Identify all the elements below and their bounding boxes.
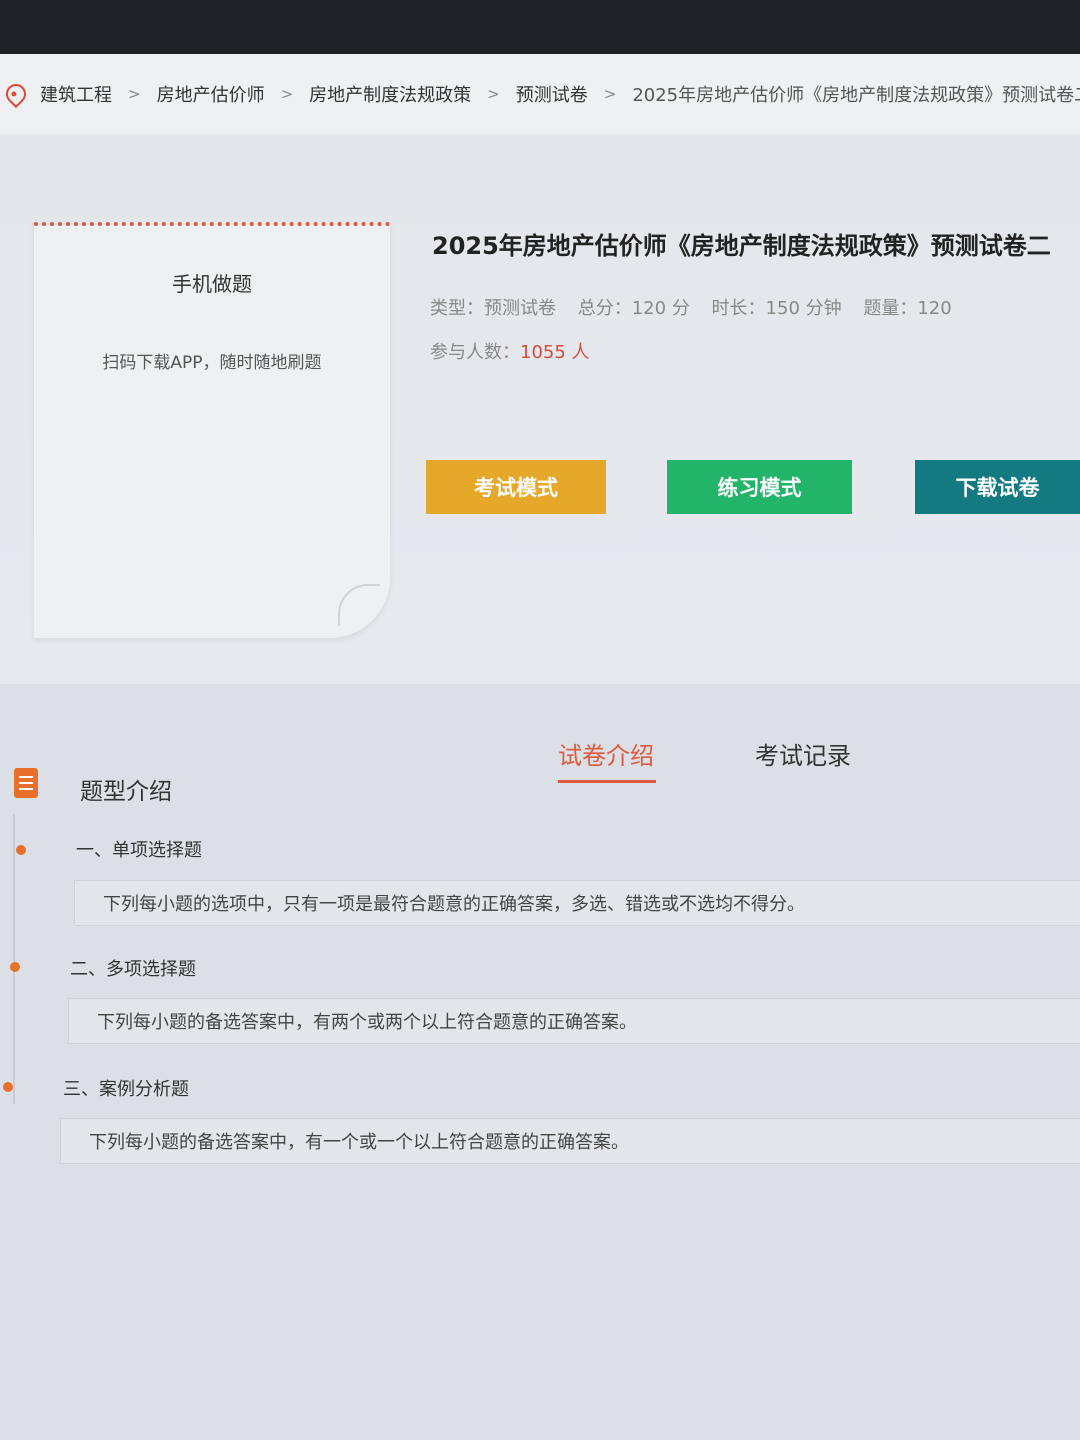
question-type-heading: 一、单项选择题 [76, 840, 202, 861]
score-label: 总分： [577, 298, 632, 319]
page-curl-decoration [338, 584, 380, 626]
exam-meta-row: 类型：预测试卷 总分：120 分 时长：150 分钟 题量：120 [430, 294, 952, 320]
question-types-title: 题型介绍 [80, 779, 172, 805]
tab-exam-records[interactable]: 考试记录 [755, 736, 851, 771]
breadcrumb-separator: > [280, 85, 294, 103]
exam-mode-button[interactable]: 考试模式 [426, 460, 606, 514]
duration-label: 时长： [711, 298, 766, 319]
timeline-dot [16, 845, 26, 855]
exam-detail-section: 试卷介绍 考试记录 题型介绍 一、单项选择题 下列每小题的选项中，只有一项是最符… [0, 684, 1080, 1440]
breadcrumb-item-appraiser[interactable]: 房地产估价师 [157, 81, 265, 107]
score-value: 120 分 [631, 298, 690, 319]
mobile-practice-card[interactable]: 手机做题 扫码下载APP，随时随地刷题 [34, 222, 390, 638]
breadcrumb-separator: > [128, 85, 141, 103]
timeline-dot [10, 962, 20, 972]
question-type-heading: 三、案例分析题 [63, 1079, 189, 1100]
duration-value: 150 分钟 [765, 298, 842, 319]
breadcrumb-item-mock-papers[interactable]: 预测试卷 [516, 81, 588, 107]
question-type-description: 下列每小题的备选答案中，有一个或一个以上符合题意的正确答案。 [60, 1118, 1080, 1164]
breadcrumb-current: 2025年房地产估价师《房地产制度法规政策》预测试卷二 [632, 85, 1080, 106]
exam-hero: 手机做题 扫码下载APP，随时随地刷题 2025年房地产估价师《房地产制度法规政… [0, 134, 1080, 684]
participants-label: 参与人数： [430, 342, 520, 363]
timeline-dot [3, 1082, 13, 1092]
practice-mode-button[interactable]: 练习模式 [667, 460, 852, 514]
timeline-line [13, 814, 15, 1104]
question-type-heading: 二、多项选择题 [70, 959, 196, 980]
breadcrumb-item-construction[interactable]: 建筑工程 [40, 81, 112, 107]
download-paper-button[interactable]: 下载试卷 [915, 460, 1080, 514]
mobile-practice-subtitle: 扫码下载APP，随时随地刷题 [102, 353, 322, 373]
breadcrumb-separator: > [603, 85, 617, 103]
breadcrumb-separator: > [487, 85, 500, 103]
top-dark-bar [0, 0, 1080, 54]
breadcrumb: 建筑工程 > 房地产估价师 > 房地产制度法规政策 > 预测试卷 > 2025年… [0, 54, 1080, 134]
document-icon [14, 768, 38, 798]
active-tab-underline [558, 780, 656, 783]
count-value: 120 [917, 298, 952, 319]
breadcrumb-item-regulations[interactable]: 房地产制度法规政策 [309, 81, 471, 107]
exam-title: 2025年房地产估价师《房地产制度法规政策》预测试卷二 [432, 232, 1051, 260]
location-pin-icon [1, 79, 31, 109]
mobile-practice-title: 手机做题 [172, 272, 252, 296]
participants-row: 参与人数：1055 人 [430, 338, 590, 364]
type-label: 类型： [430, 298, 484, 319]
question-type-description: 下列每小题的备选答案中，有两个或两个以上符合题意的正确答案。 [68, 998, 1080, 1044]
question-type-description: 下列每小题的选项中，只有一项是最符合题意的正确答案，多选、错选或不选均不得分。 [74, 880, 1080, 926]
tab-exam-intro[interactable]: 试卷介绍 [558, 736, 654, 771]
type-value: 预测试卷 [484, 298, 556, 319]
participants-value: 1055 人 [520, 342, 590, 363]
count-label: 题量： [863, 298, 918, 319]
